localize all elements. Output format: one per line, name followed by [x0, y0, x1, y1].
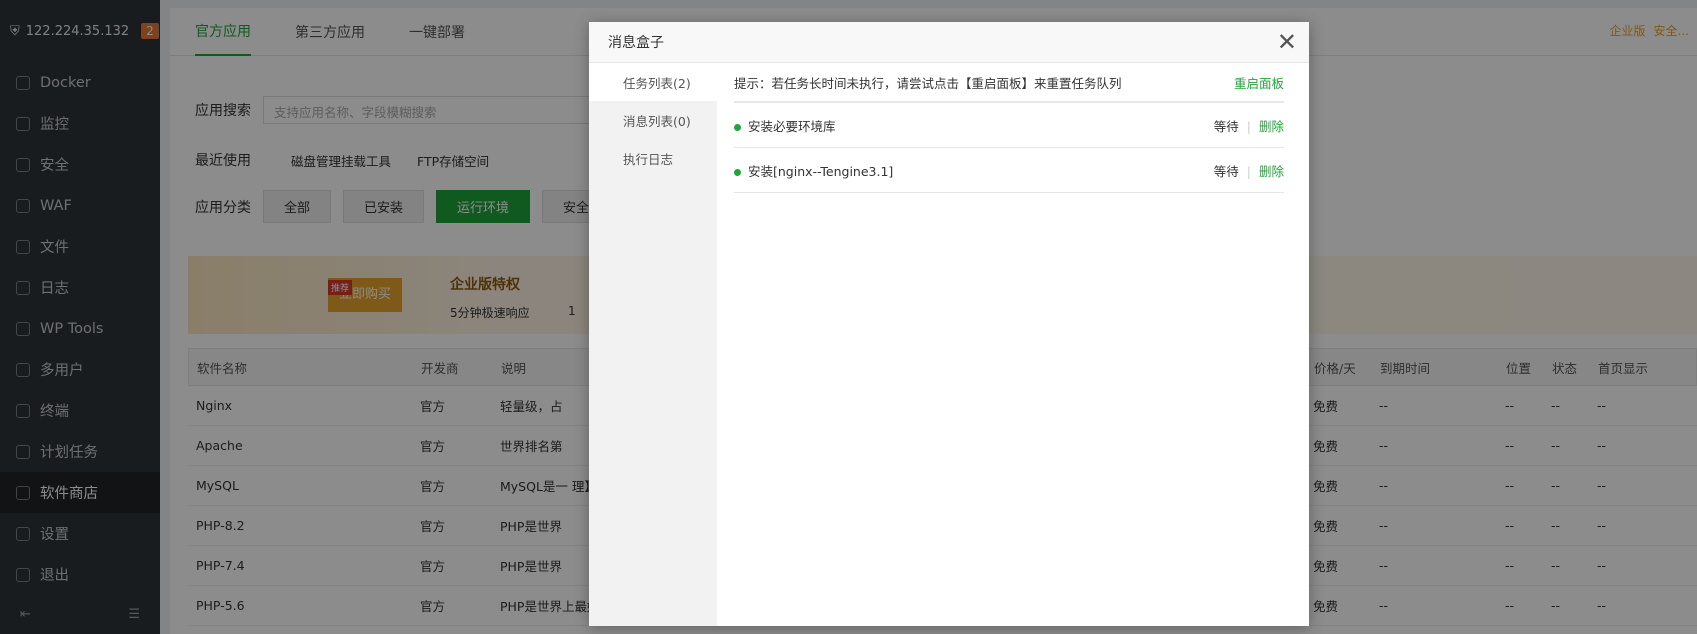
tip-row: 提示：若任务长时间未执行，请尝试点击【重启面板】来重置任务队列 重启面板 — [734, 63, 1284, 103]
task-list: 提示：若任务长时间未执行，请尝试点击【重启面板】来重置任务队列 重启面板 安装必… — [734, 63, 1284, 193]
tab-exec-log[interactable]: 执行日志 — [589, 139, 717, 177]
separator: | — [1246, 118, 1251, 134]
tab-message-list[interactable]: 消息列表(0) — [589, 101, 717, 139]
status-dot-icon — [734, 123, 741, 131]
close-icon[interactable]: ✕ — [1277, 30, 1297, 54]
separator: | — [1246, 163, 1251, 179]
task-item: 安装[nginx--Tengine3.1] 等待 | 删除 — [734, 148, 1284, 193]
tip-text: 提示：若任务长时间未执行，请尝试点击【重启面板】来重置任务队列 — [734, 75, 1122, 91]
task-name: 安装[nginx--Tengine3.1] — [748, 163, 894, 179]
modal-title: 消息盒子 — [589, 22, 1309, 63]
delete-task-link[interactable]: 删除 — [1259, 119, 1284, 134]
tab-task-list[interactable]: 任务列表(2) — [589, 63, 717, 101]
modal-sidebar: 任务列表(2) 消息列表(0) 执行日志 — [589, 63, 717, 626]
task-status: 等待 — [1213, 163, 1239, 179]
task-item: 安装必要环境库 等待 | 删除 — [734, 103, 1284, 148]
restart-panel-link[interactable]: 重启面板 — [1234, 73, 1284, 92]
task-status: 等待 — [1213, 118, 1239, 134]
task-name: 安装必要环境库 — [748, 118, 836, 134]
status-dot-icon — [734, 168, 741, 176]
message-box-modal: 消息盒子 ✕ 任务列表(2) 消息列表(0) 执行日志 提示：若任务长时间未执行… — [589, 22, 1309, 626]
delete-task-link[interactable]: 删除 — [1259, 164, 1284, 179]
